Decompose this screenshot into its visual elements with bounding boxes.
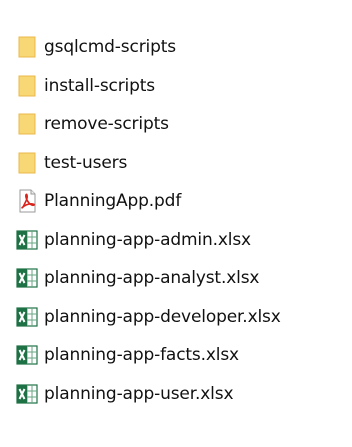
folder-icon xyxy=(16,151,42,175)
file-name: planning-app-developer.xlsx xyxy=(44,306,281,327)
excel-file-icon xyxy=(16,343,42,367)
file-name: gsqlcmd-scripts xyxy=(44,37,176,58)
list-item-planning-app-analyst[interactable]: planning-app-analyst.xlsx xyxy=(16,259,352,298)
list-item-planning-app-admin[interactable]: planning-app-admin.xlsx xyxy=(16,221,352,260)
excel-file-icon xyxy=(16,228,42,252)
list-item-remove-scripts[interactable]: remove-scripts xyxy=(16,105,352,144)
pdf-file-icon xyxy=(16,189,42,213)
list-item-planning-app-facts[interactable]: planning-app-facts.xlsx xyxy=(16,336,352,375)
file-name: planning-app-user.xlsx xyxy=(44,383,234,404)
folder-icon xyxy=(16,112,42,136)
folder-icon xyxy=(16,35,42,59)
folder-icon xyxy=(16,74,42,98)
list-item-planning-app-developer[interactable]: planning-app-developer.xlsx xyxy=(16,298,352,337)
file-name: install-scripts xyxy=(44,75,155,96)
excel-file-icon xyxy=(16,266,42,290)
file-name: planning-app-admin.xlsx xyxy=(44,229,251,250)
list-item-planningapp-pdf[interactable]: PlanningApp.pdf xyxy=(16,182,352,221)
list-item-planning-app-user[interactable]: planning-app-user.xlsx xyxy=(16,375,352,414)
list-item-test-users[interactable]: test-users xyxy=(16,144,352,183)
file-list: gsqlcmd-scripts install-scripts remove-s… xyxy=(16,28,352,413)
file-name: planning-app-facts.xlsx xyxy=(44,345,239,366)
excel-file-icon xyxy=(16,305,42,329)
excel-file-icon xyxy=(16,382,42,406)
list-item-install-scripts[interactable]: install-scripts xyxy=(16,67,352,106)
file-name: test-users xyxy=(44,152,128,173)
file-name: PlanningApp.pdf xyxy=(44,191,182,212)
list-item-gsqlcmd-scripts[interactable]: gsqlcmd-scripts xyxy=(16,28,352,67)
file-name: remove-scripts xyxy=(44,114,169,135)
file-name: planning-app-analyst.xlsx xyxy=(44,268,260,289)
